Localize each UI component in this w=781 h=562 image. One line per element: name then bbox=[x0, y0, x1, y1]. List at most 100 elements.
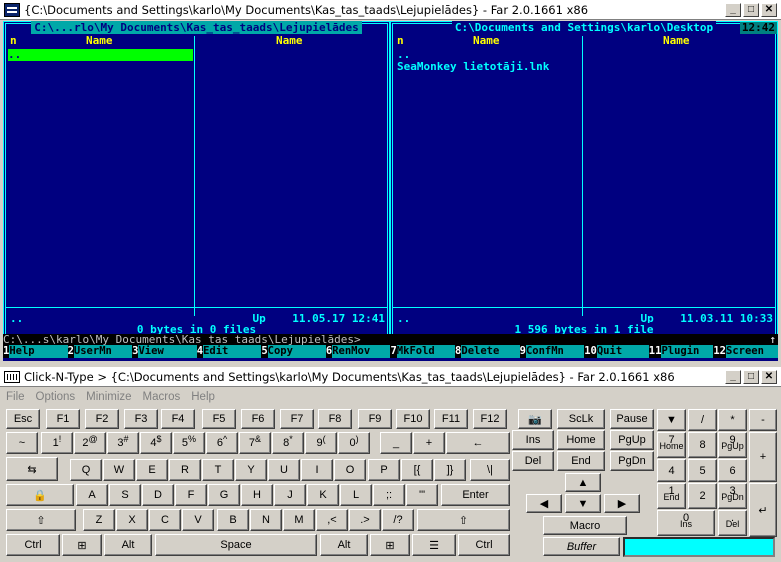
key-k[interactable]: K bbox=[307, 484, 339, 506]
key-f3[interactable]: F3 bbox=[124, 409, 158, 429]
arrow-down-key[interactable]: ▼ bbox=[565, 494, 601, 513]
key-enter[interactable]: Enter bbox=[441, 484, 510, 506]
key-x[interactable]: X bbox=[116, 509, 148, 531]
key-w[interactable]: W bbox=[103, 459, 135, 481]
right-panel-item[interactable]: SeaMonkey lietotāji.lnk bbox=[397, 61, 549, 73]
left-panel-item[interactable]: .. bbox=[8, 49, 193, 61]
fkey-7[interactable]: 7 MkFold bbox=[390, 345, 456, 358]
menu-file[interactable]: File bbox=[6, 391, 25, 403]
fkey-12[interactable]: 12 Screen bbox=[713, 345, 778, 358]
key-num2[interactable]: 2 bbox=[688, 483, 717, 509]
cnt-close-button[interactable]: ✕ bbox=[761, 369, 777, 384]
left-panel[interactable]: C:\...rlo\My Documents\Kas_tas_taads\Lej… bbox=[3, 21, 390, 337]
key-num7[interactable]: 7 Home bbox=[657, 432, 686, 458]
far-title-bar[interactable]: {C:\Documents and Settings\karlo\My Docu… bbox=[0, 0, 781, 20]
fkey-3[interactable]: 3 View bbox=[132, 345, 197, 358]
key-b[interactable]: B bbox=[217, 509, 249, 531]
menu-help[interactable]: Help bbox=[191, 391, 215, 403]
key-k0[interactable]: 0) bbox=[338, 432, 370, 454]
key-shift[interactable]: ⇧ bbox=[417, 509, 510, 531]
key-k8[interactable]: 8 * bbox=[272, 432, 304, 454]
cnt-title-bar[interactable]: Click-N-Type > {C:\Documents and Setting… bbox=[0, 367, 781, 387]
key-slash[interactable]: /? bbox=[382, 509, 414, 531]
key-home[interactable]: Home bbox=[557, 430, 605, 450]
key-esc[interactable]: Esc bbox=[6, 409, 40, 429]
key-num9[interactable]: 9 PgUp bbox=[718, 432, 747, 458]
key-num4[interactable]: 4 bbox=[657, 459, 686, 482]
far-maximize-button[interactable]: □ bbox=[743, 2, 759, 17]
key-t[interactable]: T bbox=[202, 459, 234, 481]
key-macro[interactable]: Macro bbox=[543, 516, 627, 535]
camera-icon-key[interactable]: 📷 bbox=[518, 409, 552, 429]
key-del[interactable]: Del bbox=[512, 451, 554, 471]
key-k4[interactable]: 4 $ bbox=[140, 432, 172, 454]
key-f8[interactable]: F8 bbox=[318, 409, 352, 429]
far-close-button[interactable]: ✕ bbox=[761, 2, 777, 17]
menu-macros[interactable]: Macros bbox=[143, 391, 181, 403]
key-rbr[interactable]: ]} bbox=[434, 459, 466, 481]
key-r[interactable]: R bbox=[169, 459, 201, 481]
key-plus[interactable]: + bbox=[413, 432, 445, 454]
key-k3[interactable]: 3 # bbox=[107, 432, 139, 454]
key-k1[interactable]: 1! bbox=[41, 432, 73, 454]
key-alt[interactable]: Alt bbox=[104, 534, 152, 556]
key-f6[interactable]: F6 bbox=[241, 409, 275, 429]
key-u[interactable]: U bbox=[268, 459, 300, 481]
key-p[interactable]: P bbox=[368, 459, 400, 481]
key-period[interactable]: .> bbox=[349, 509, 381, 531]
key-f[interactable]: F bbox=[175, 484, 207, 506]
fkey-8[interactable]: 8 Delete bbox=[455, 345, 520, 358]
key-c[interactable]: C bbox=[149, 509, 181, 531]
key-k2[interactable]: 2 @ bbox=[74, 432, 106, 454]
key-l[interactable]: L bbox=[340, 484, 372, 506]
fkey-10[interactable]: 10 Quit bbox=[584, 345, 649, 358]
key-ctrl[interactable]: Ctrl bbox=[6, 534, 60, 556]
key-f5[interactable]: F5 bbox=[202, 409, 236, 429]
key-num6[interactable]: 6 bbox=[718, 459, 747, 482]
key-num-add[interactable]: + bbox=[749, 432, 777, 482]
key-minus[interactable]: _ bbox=[380, 432, 412, 454]
far-minimize-button[interactable]: _ bbox=[725, 2, 741, 17]
key-num-mul[interactable]: * bbox=[718, 409, 747, 431]
fkey-2[interactable]: 2 UserMn bbox=[67, 345, 133, 358]
key-ctrl[interactable]: Ctrl bbox=[458, 534, 510, 556]
far-app-icon[interactable] bbox=[4, 2, 20, 17]
buffer-input[interactable] bbox=[623, 537, 775, 557]
key-num-div[interactable]: / bbox=[688, 409, 717, 431]
menu-minimize[interactable]: Minimize bbox=[86, 391, 131, 403]
key-num0[interactable]: 0 Ins bbox=[657, 510, 715, 536]
key-num1[interactable]: 1 End bbox=[657, 483, 686, 509]
caps-lock-icon-key[interactable]: 🔒 bbox=[6, 484, 74, 506]
windows-icon-key-left[interactable]: ⊞ bbox=[62, 534, 102, 556]
keyboard-app-icon[interactable] bbox=[4, 370, 20, 383]
fkey-4[interactable]: 4 Edit bbox=[196, 345, 262, 358]
key-g[interactable]: G bbox=[208, 484, 240, 506]
key-buffer[interactable]: Buffer bbox=[543, 537, 620, 556]
key-sclk[interactable]: ScLk bbox=[557, 409, 605, 429]
key-shift[interactable]: ⇧ bbox=[6, 509, 76, 531]
key-f11[interactable]: F11 bbox=[434, 409, 468, 429]
key-num-enter[interactable]: ↵ bbox=[749, 483, 777, 537]
key-n[interactable]: N bbox=[250, 509, 282, 531]
key-z[interactable]: Z bbox=[83, 509, 115, 531]
far-console[interactable]: C:\...rlo\My Documents\Kas_tas_taads\Lej… bbox=[3, 21, 778, 361]
key-space[interactable]: Space bbox=[155, 534, 317, 556]
key-f2[interactable]: F2 bbox=[85, 409, 119, 429]
key-f9[interactable]: F9 bbox=[358, 409, 392, 429]
fkey-9[interactable]: 9 ConfMn bbox=[519, 345, 585, 358]
menu-options[interactable]: Options bbox=[36, 391, 76, 403]
arrow-left-key[interactable]: ◀ bbox=[526, 494, 562, 513]
menu-icon-key[interactable]: ☰ bbox=[412, 534, 456, 556]
key-y[interactable]: Y bbox=[235, 459, 267, 481]
key-o[interactable]: O bbox=[334, 459, 366, 481]
key-f7[interactable]: F7 bbox=[280, 409, 314, 429]
key-lbr[interactable]: [{ bbox=[401, 459, 433, 481]
key-k7[interactable]: 7 & bbox=[239, 432, 271, 454]
fkey-11[interactable]: 11 Plugin bbox=[648, 345, 714, 358]
windows-icon-key-right[interactable]: ⊞ bbox=[370, 534, 410, 556]
key-h[interactable]: H bbox=[241, 484, 273, 506]
key-num-dot[interactable]: . Del bbox=[718, 510, 747, 536]
key-d[interactable]: D bbox=[142, 484, 174, 506]
cnt-minimize-button[interactable]: _ bbox=[725, 369, 741, 384]
key-i[interactable]: I bbox=[301, 459, 333, 481]
